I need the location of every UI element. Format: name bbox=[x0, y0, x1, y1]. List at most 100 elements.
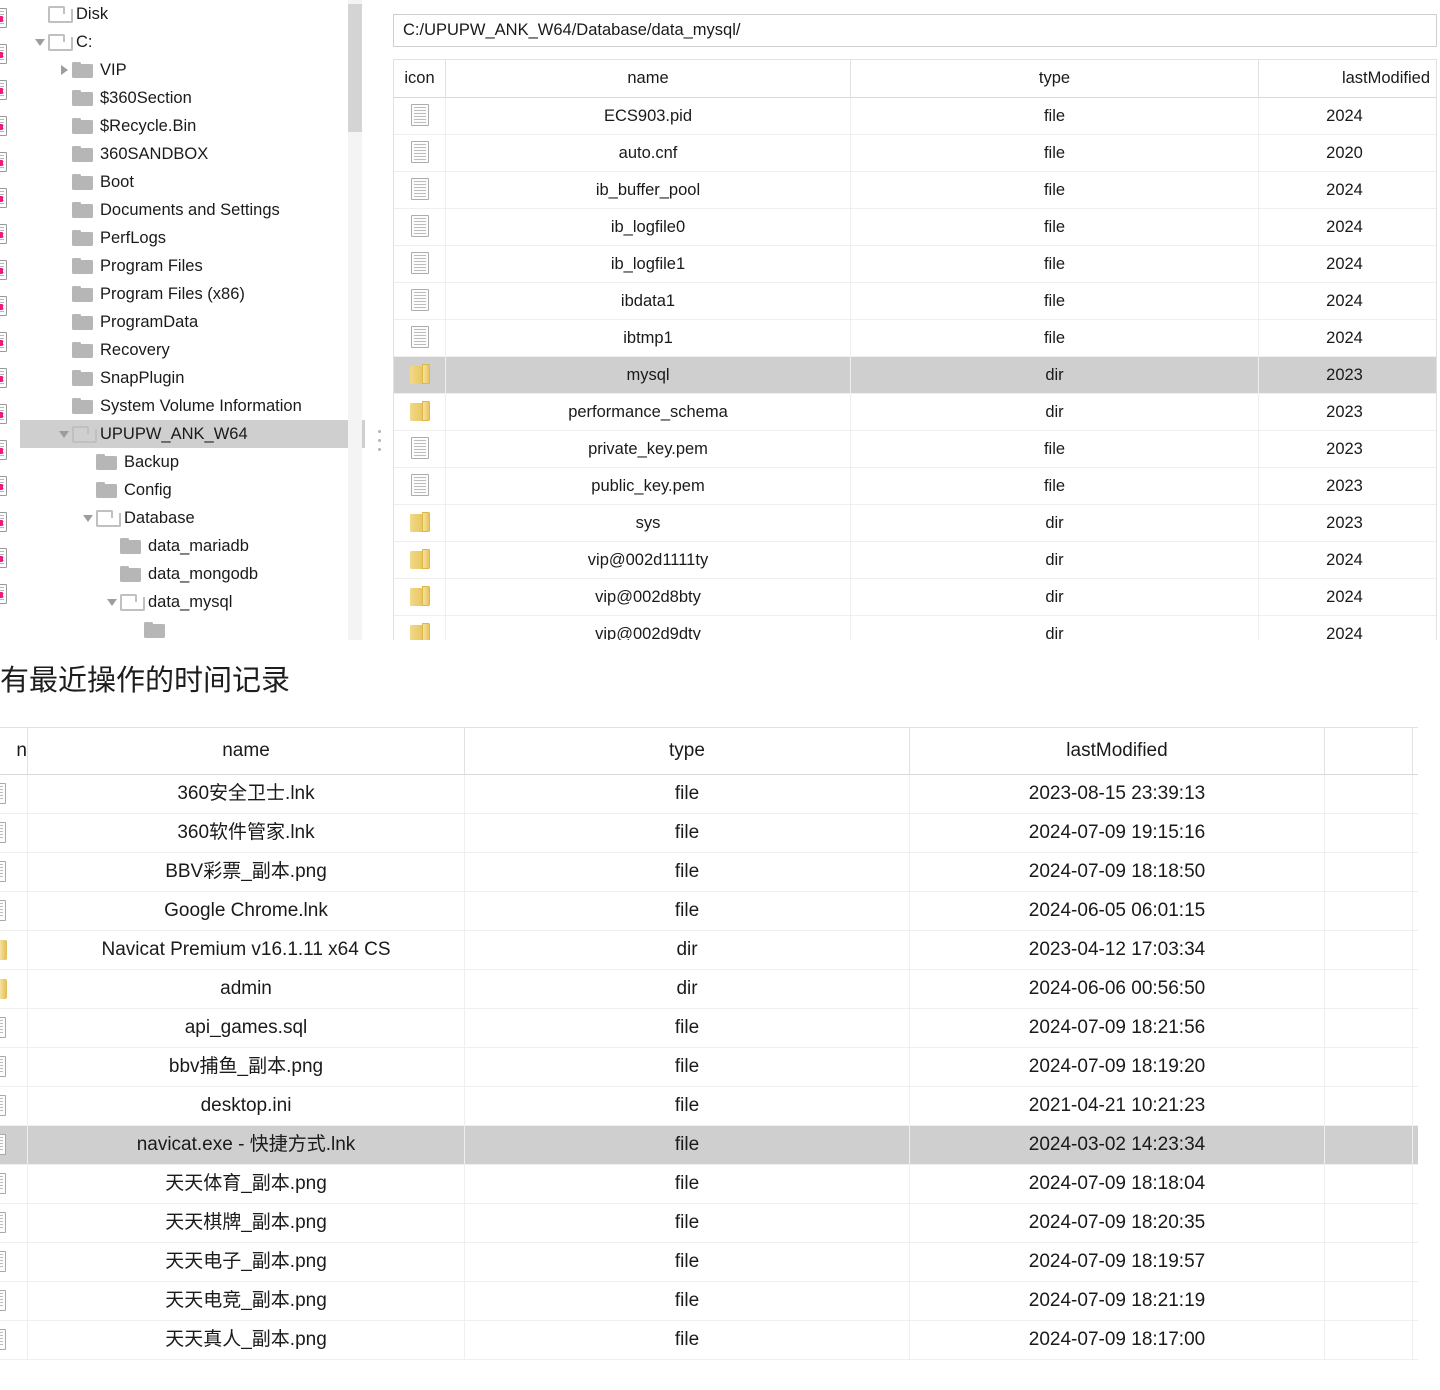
tree-item-perflogs[interactable]: PerfLogs bbox=[20, 224, 365, 252]
tree-item-recovery[interactable]: Recovery bbox=[20, 336, 365, 364]
table-row[interactable]: BBV彩票_副本.png file 2024-07-09 18:18:50 bbox=[0, 853, 1418, 892]
column-header-type[interactable]: type bbox=[465, 728, 910, 774]
column-header-name[interactable]: name bbox=[446, 60, 851, 97]
table-header-row: icon name type lastModified bbox=[394, 60, 1436, 98]
column-header-lastmodified[interactable]: lastModified bbox=[910, 728, 1325, 774]
tree-item-label: data_mariadb bbox=[148, 537, 249, 555]
table-row[interactable]: api_games.sql file 2024-07-09 18:21:56 bbox=[0, 1009, 1418, 1048]
table-row[interactable]: navicat.exe - 快捷方式.lnk file 2024-03-02 14:… bbox=[0, 1126, 1418, 1165]
tree-item-blank[interactable] bbox=[20, 616, 365, 640]
panel-splitter-handle[interactable] bbox=[378, 430, 384, 460]
folder-closed-icon bbox=[72, 118, 93, 134]
tree-item-vip[interactable]: VIP bbox=[20, 56, 365, 84]
tree-item-disk[interactable]: Disk bbox=[20, 0, 365, 28]
table-row[interactable]: Navicat Premium v16.1.11 x64 CS dir 2023-0… bbox=[0, 931, 1418, 970]
tree-item-backup[interactable]: Backup bbox=[20, 448, 365, 476]
column-header-extra[interactable] bbox=[1325, 728, 1413, 774]
chevron-right-icon[interactable] bbox=[56, 56, 72, 84]
folder-icon bbox=[409, 364, 431, 385]
tree-item-360section[interactable]: $360Section bbox=[20, 84, 365, 112]
column-header-type[interactable]: type bbox=[851, 60, 1259, 97]
row-type-cell: dir bbox=[465, 970, 910, 1008]
bottom-file-table[interactable]: n name type lastModified 360安全卫士.lnk file 2023… bbox=[0, 727, 1418, 1360]
tree-item-c[interactable]: C: bbox=[20, 28, 365, 56]
offscreen-icon-fragment bbox=[0, 252, 20, 288]
top-file-table[interactable]: icon name type lastModified ECS903.pid file 20… bbox=[393, 59, 1437, 640]
tree-item-program-files[interactable]: Program Files bbox=[20, 252, 365, 280]
folder-closed-icon bbox=[96, 482, 117, 498]
table-row[interactable]: ib_logfile1 file 2024 bbox=[394, 246, 1436, 283]
table-row[interactable]: vip@002d8bty dir 2024 bbox=[394, 579, 1436, 616]
table-row[interactable]: bbv捕鱼_副本.png file 2024-07-09 18:19:20 bbox=[0, 1048, 1418, 1087]
table-row[interactable]: 天天电竞_副本.png file 2024-07-09 18:21:19 bbox=[0, 1282, 1418, 1321]
tree-item-data-mariadb[interactable]: data_mariadb bbox=[20, 532, 365, 560]
tree-item-data-mongodb[interactable]: data_mongodb bbox=[20, 560, 365, 588]
table-row[interactable]: performance_schema dir 2023 bbox=[394, 394, 1436, 431]
table-row[interactable]: ib_logfile0 file 2024 bbox=[394, 209, 1436, 246]
table-row[interactable]: 360安全卫士.lnk file 2023-08-15 23:39:13 bbox=[0, 775, 1418, 814]
table-row[interactable]: private_key.pem file 2023 bbox=[394, 431, 1436, 468]
table-row[interactable]: desktop.ini file 2021-04-21 10:21:23 bbox=[0, 1087, 1418, 1126]
row-icon-cell bbox=[0, 1126, 28, 1164]
file-icon bbox=[0, 1134, 6, 1155]
chevron-down-icon[interactable] bbox=[80, 504, 96, 532]
folder-closed-icon bbox=[144, 622, 165, 638]
tree-item-boot[interactable]: Boot bbox=[20, 168, 365, 196]
table-row[interactable]: 360软件管家.lnk file 2024-07-09 19:15:16 bbox=[0, 814, 1418, 853]
tree-item-program-files-x86[interactable]: Program Files (x86) bbox=[20, 280, 365, 308]
tree-item-programdata[interactable]: ProgramData bbox=[20, 308, 365, 336]
folder-icon bbox=[409, 401, 431, 422]
column-header-icon[interactable]: icon bbox=[394, 60, 446, 97]
column-header-name[interactable]: name bbox=[28, 728, 465, 774]
table-row[interactable]: mysql dir 2023 bbox=[394, 357, 1436, 394]
column-header-icon[interactable]: n bbox=[0, 728, 28, 774]
table-row[interactable]: sys dir 2023 bbox=[394, 505, 1436, 542]
row-extra-cell bbox=[1325, 1009, 1413, 1047]
tree-item-data-mysql[interactable]: data_mysql bbox=[20, 588, 365, 616]
tree-scrollbar-thumb[interactable] bbox=[348, 4, 362, 132]
table-row[interactable]: 天天真人_副本.png file 2024-07-09 18:17:00 bbox=[0, 1321, 1418, 1360]
tree-item-360sandbox[interactable]: 360SANDBOX bbox=[20, 140, 365, 168]
table-row[interactable]: vip@002d9dty dir 2024 bbox=[394, 616, 1436, 640]
tree-item-label: Database bbox=[124, 509, 195, 527]
row-type-cell: dir bbox=[465, 931, 910, 969]
marker-icon bbox=[0, 592, 3, 598]
row-lastmodified-cell: 2024-06-05 06:01:15 bbox=[910, 892, 1325, 930]
folder-closed-icon bbox=[72, 174, 93, 190]
tree-item-upupw-ank-w64[interactable]: UPUPW_ANK_W64 bbox=[20, 420, 365, 448]
table-row[interactable]: ibtmp1 file 2024 bbox=[394, 320, 1436, 357]
tree-item-config[interactable]: Config bbox=[20, 476, 365, 504]
tree-item-system-volume-information[interactable]: System Volume Information bbox=[20, 392, 365, 420]
tree-item-label: Config bbox=[124, 481, 172, 499]
tree-item-snapplugin[interactable]: SnapPlugin bbox=[20, 364, 365, 392]
table-row[interactable]: 天天体育_副本.png file 2024-07-09 18:18:04 bbox=[0, 1165, 1418, 1204]
folder-closed-icon bbox=[72, 202, 93, 218]
path-input[interactable]: C:/UPUPW_ANK_W64/Database/data_mysql/ bbox=[393, 14, 1437, 47]
directory-tree-panel[interactable]: Disk C: VIP $360Section $Recycle.Bin 360SANDB… bbox=[20, 0, 365, 640]
column-header-lastmodified[interactable]: lastModified bbox=[1259, 60, 1436, 97]
folder-icon bbox=[409, 623, 431, 640]
tree-item-label: data_mongodb bbox=[148, 565, 259, 583]
table-row[interactable]: admin dir 2024-06-06 00:56:50 bbox=[0, 970, 1418, 1009]
tree-item-database[interactable]: Database bbox=[20, 504, 365, 532]
row-name-cell: admin bbox=[28, 970, 465, 1008]
table-row[interactable]: 天天棋牌_副本.png file 2024-07-09 18:20:35 bbox=[0, 1204, 1418, 1243]
row-name-cell: bbv捕鱼_副本.png bbox=[28, 1048, 465, 1086]
chevron-down-icon[interactable] bbox=[32, 28, 48, 56]
tree-item-recycle-bin[interactable]: $Recycle.Bin bbox=[20, 112, 365, 140]
table-row[interactable]: public_key.pem file 2023 bbox=[394, 468, 1436, 505]
marker-icon bbox=[0, 88, 3, 94]
table-row[interactable]: Google Chrome.lnk file 2024-06-05 06:01:15 bbox=[0, 892, 1418, 931]
table-row[interactable]: ibdata1 file 2024 bbox=[394, 283, 1436, 320]
table-row[interactable]: 天天电子_副本.png file 2024-07-09 18:19:57 bbox=[0, 1243, 1418, 1282]
table-row[interactable]: ECS903.pid file 2024 bbox=[394, 98, 1436, 135]
offscreen-icon-fragment bbox=[0, 468, 20, 504]
chevron-down-icon[interactable] bbox=[56, 420, 72, 448]
chevron-down-icon[interactable] bbox=[104, 588, 120, 616]
tree-item-documents-and-settings[interactable]: Documents and Settings bbox=[20, 196, 365, 224]
table-row[interactable]: auto.cnf file 2020 bbox=[394, 135, 1436, 172]
offscreen-icon-fragment bbox=[0, 576, 20, 612]
table-row[interactable]: ib_buffer_pool file 2024 bbox=[394, 172, 1436, 209]
table-row[interactable]: vip@002d1111ty dir 2024 bbox=[394, 542, 1436, 579]
